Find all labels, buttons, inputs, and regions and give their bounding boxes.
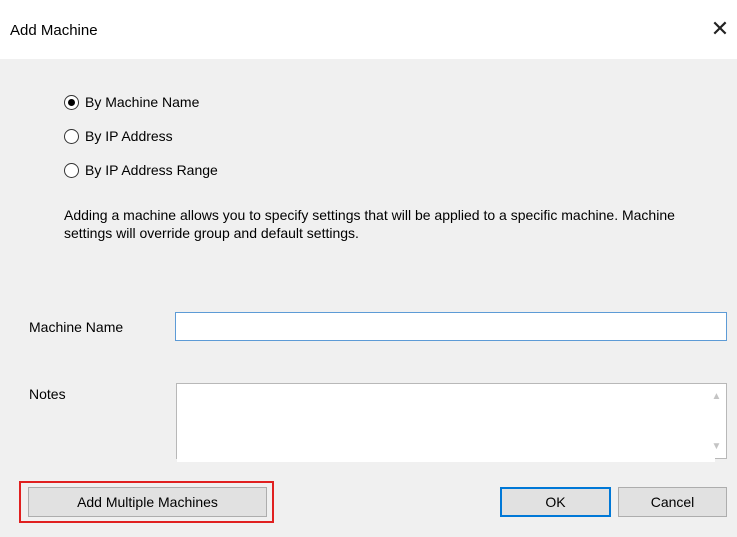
- radio-by-machine-name[interactable]: By Machine Name: [64, 92, 199, 112]
- radio-indicator[interactable]: [64, 128, 79, 144]
- machine-name-input[interactable]: [175, 312, 727, 341]
- notes-scrollbar[interactable]: ▲ ▼: [707, 384, 726, 458]
- radio-indicator[interactable]: [64, 162, 79, 178]
- radio-label-machine-name: By Machine Name: [85, 94, 200, 110]
- description-text: Adding a machine allows you to specify s…: [64, 207, 675, 241]
- machine-name-label: Machine Name: [29, 319, 124, 335]
- scroll-up-icon[interactable]: ▲: [707, 388, 726, 404]
- scroll-down-icon[interactable]: ▼: [707, 438, 726, 454]
- add-multiple-machines-button[interactable]: Add Multiple Machines: [28, 487, 267, 517]
- title-bar: Add Machine ✕: [0, 0, 737, 59]
- dialog-body: By Machine Name By IP Address By IP Addr…: [0, 59, 737, 537]
- radio-indicator-checked[interactable]: [64, 94, 79, 110]
- notes-field[interactable]: ▲ ▼: [176, 383, 727, 462]
- notes-label: Notes: [29, 386, 66, 402]
- radio-by-ip-address[interactable]: By IP Address: [64, 126, 173, 146]
- ok-button[interactable]: OK: [500, 487, 611, 517]
- cancel-button[interactable]: Cancel: [618, 487, 727, 517]
- close-icon[interactable]: ✕: [703, 12, 737, 46]
- radio-by-ip-address-range[interactable]: By IP Address Range: [64, 160, 218, 180]
- radio-label-ip-range: By IP Address Range: [85, 162, 218, 178]
- dialog-title: Add Machine: [10, 22, 98, 39]
- radio-label-ip-address: By IP Address: [85, 128, 173, 144]
- notes-textarea[interactable]: [177, 384, 715, 462]
